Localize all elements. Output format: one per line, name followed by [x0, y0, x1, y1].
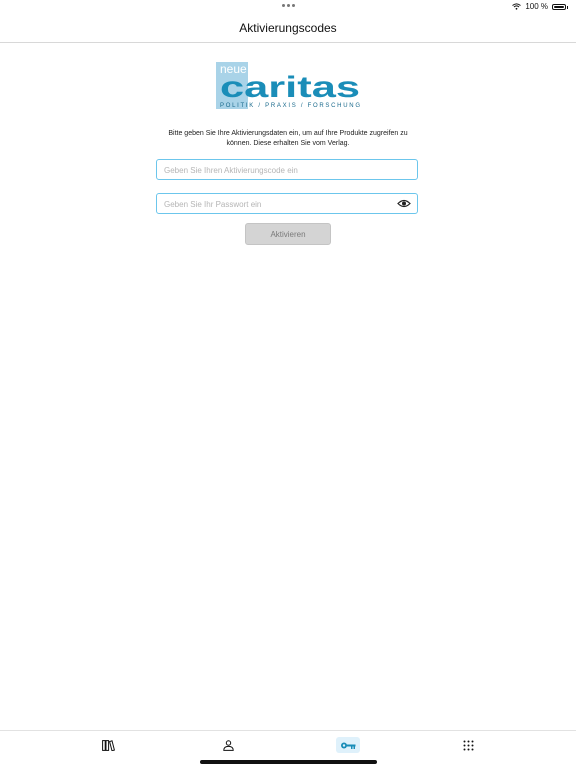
eye-icon[interactable] — [397, 198, 411, 209]
activation-code-field[interactable] — [156, 159, 418, 180]
key-icon — [341, 742, 356, 749]
neue-caritas-logo: neue caritas POLITIK / PRAXIS / FORSCHUN… — [216, 62, 360, 109]
wifi-icon — [512, 3, 522, 10]
status-bar: 100 % — [0, 0, 576, 14]
grid-icon — [463, 740, 473, 750]
tab-more[interactable] — [456, 737, 480, 753]
battery-icon — [552, 3, 568, 10]
battery-percentage: 100 % — [525, 2, 548, 11]
password-field[interactable] — [156, 193, 418, 214]
status-indicators: 100 % — [512, 2, 568, 11]
library-icon — [101, 739, 115, 751]
page-title: Aktivierungscodes — [239, 21, 337, 35]
password-input[interactable] — [157, 195, 389, 214]
multitasking-dots[interactable] — [282, 4, 295, 7]
logo-word-main: caritas — [220, 71, 360, 104]
navigation-bar: Aktivierungscodes — [0, 14, 576, 43]
home-indicator[interactable] — [200, 760, 377, 764]
activate-button[interactable]: Aktivieren — [245, 223, 331, 245]
person-icon — [222, 739, 234, 751]
tab-activation-codes[interactable] — [336, 737, 360, 753]
tab-library[interactable] — [96, 737, 120, 753]
instructions-text: Bitte geben Sie Ihre Aktivierungsdaten e… — [168, 130, 408, 147]
tab-account[interactable] — [216, 737, 240, 753]
activation-code-input[interactable] — [157, 161, 389, 180]
